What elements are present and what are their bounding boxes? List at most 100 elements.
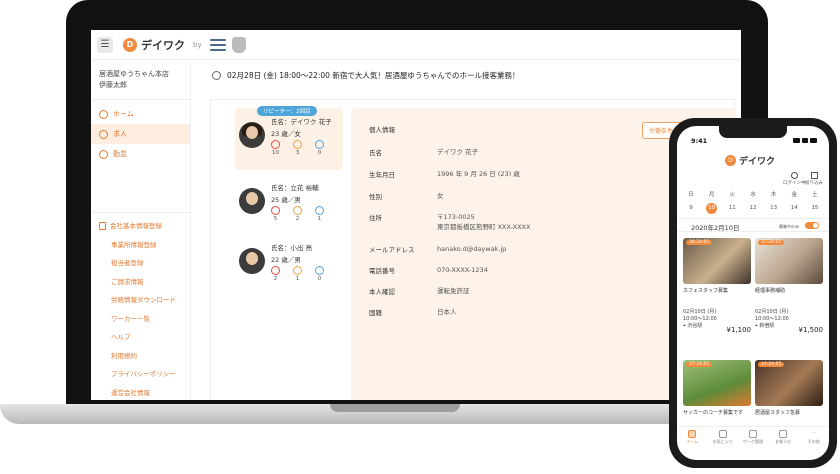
search-icon — [212, 70, 221, 80]
phone-notch — [719, 126, 787, 138]
gender-label: 性別 — [369, 193, 382, 201]
time-badge: 36:24:05 — [686, 240, 713, 245]
neutral-count: 3 — [295, 150, 300, 156]
sidebar: 居酒屋ゆうちゃん本店 伊藤太郎 ホーム 求人 勤怠 会社基本情報登録 事業所情報… — [91, 61, 191, 400]
recruiting-only-label: 募集中のみ — [779, 224, 799, 229]
nav-home[interactable]: ホーム — [91, 104, 190, 124]
day-label: 火 — [729, 192, 736, 198]
nav-attendance[interactable]: 勤怠 — [91, 144, 190, 164]
tab-notifications[interactable]: お知らせ — [769, 430, 797, 460]
good-count: 5 — [273, 216, 278, 222]
daywak-logo-icon: D — [725, 155, 736, 166]
mobile-logo-text: デイワク — [739, 157, 776, 167]
submenu-company-info[interactable]: 会社基本情報登録 — [91, 217, 190, 236]
applicant-age: 25 歳／男 — [271, 196, 301, 204]
applicant-name: 氏名：小出 亮 — [271, 244, 313, 252]
job-card[interactable]: 36:24:05 カフェスタッフ募集 02月10日 (月) 10:00～12:0… — [683, 238, 751, 352]
partner-figure-logo-icon — [231, 36, 246, 53]
menu-button[interactable]: ☰ — [97, 36, 113, 53]
bad-count: 1 — [317, 216, 322, 222]
day-number: 14 — [790, 205, 798, 211]
tab-more[interactable]: ··· その他 — [800, 430, 828, 460]
sidebar-divider — [91, 212, 190, 213]
selected-date: 2020年2月10日 — [691, 224, 740, 232]
job-photo: 36:24:05 — [683, 238, 751, 284]
applicant-card[interactable]: 氏名：立花 裕輔 25 歳／男 5 2 1 — [235, 174, 343, 230]
tab-label: その他 — [807, 439, 820, 444]
smile-face-icon — [271, 206, 280, 215]
tab-home[interactable]: ホーム — [678, 430, 706, 460]
applicant-card[interactable]: 氏名：小出 亮 22 歳／男 2 1 0 — [235, 234, 343, 290]
applicant-name: 氏名：デイワク 花子 — [271, 118, 332, 126]
submenu-help[interactable]: ヘルプ — [91, 328, 190, 347]
address-label: 住所 — [369, 214, 382, 222]
job-hours: 10:00～12:00 — [683, 316, 717, 322]
job-title: サッカーのコーチ募集です — [683, 410, 744, 416]
filter-button[interactable]: 絞り込み — [805, 172, 823, 186]
app-header: ☰ D デイワク by — [91, 30, 741, 60]
day-sun[interactable]: 日9 — [683, 190, 699, 214]
station-name: 新宿駅 — [759, 323, 775, 329]
submenu-labor-download[interactable]: 労務情報ダウンロード — [91, 291, 190, 310]
clip-icon — [718, 430, 727, 438]
day-label: 金 — [791, 192, 798, 198]
day-number: 15 — [811, 205, 819, 211]
submenu-worker-list[interactable]: ワーカー一覧 — [91, 310, 190, 329]
login-button[interactable]: ログイン中 — [783, 172, 806, 186]
avatar — [239, 188, 265, 214]
applicants-box: リピーター：2回目 氏名：デイワク 花子 23 歳／女 10 3 0 氏名：立花… — [210, 99, 740, 400]
gender-value: 女 — [437, 192, 444, 200]
day-fri[interactable]: 金 14 — [786, 190, 802, 214]
home-icon — [99, 109, 108, 119]
job-card[interactable]: 37:24:05 サッカーのコーチ募集です — [683, 360, 751, 420]
bad-count: 0 — [317, 150, 322, 156]
job-photo: 37:24:05 — [755, 238, 823, 284]
applicant-card[interactable]: リピーター：2回目 氏名：デイワク 花子 23 歳／女 10 3 0 — [235, 106, 343, 170]
job-title: 経理事務補助 — [755, 288, 786, 294]
day-wed[interactable]: 水 12 — [745, 190, 761, 214]
neutral-face-icon — [293, 206, 302, 215]
job-title-row: 02月28日 (金) 18:00～22:00 新宿で大人気！居酒屋ゆうちゃんでの… — [192, 61, 741, 89]
document-icon — [99, 222, 106, 230]
home-icon — [688, 430, 697, 438]
applicant-list: リピーター：2回目 氏名：デイワク 花子 23 歳／女 10 3 0 氏名：立花… — [235, 106, 343, 294]
day-mon[interactable]: 月 10 — [704, 190, 720, 214]
email-label: メールアドレス — [369, 246, 415, 254]
day-number-selected: 10 — [706, 203, 718, 214]
desktop-app: ☰ D デイワク by 居酒屋ゆうちゃん本店 伊藤太郎 ホーム 求人 勤怠 会社… — [91, 30, 741, 400]
tab-favorites[interactable]: お気に入り — [709, 430, 737, 460]
job-title: 02月28日 (金) 18:00～22:00 新宿で大人気！居酒屋ゆうちゃんでの… — [227, 70, 520, 80]
job-card[interactable]: 37:24:05 経理事務補助 02月10日 (月) 10:00～12:00 ⌖… — [755, 238, 823, 352]
hamburger-icon: ☰ — [100, 39, 110, 50]
day-tue[interactable]: 火 11 — [724, 190, 740, 214]
submenu-office-info[interactable]: 事業所情報登録 — [91, 236, 190, 255]
tab-work[interactable]: ワーク管理 — [739, 430, 767, 460]
recruiting-only-toggle[interactable] — [805, 222, 819, 229]
job-card[interactable]: 37:24:05 居酒屋スタッフ急募 — [755, 360, 823, 420]
user-name: 伊藤太郎 — [99, 81, 127, 89]
submenu-billing[interactable]: ご請求情報 — [91, 273, 190, 292]
phone-value: 070-XXXX-1234 — [437, 266, 488, 274]
day-thu[interactable]: 木 13 — [766, 190, 782, 214]
filter-label: 絞り込み — [805, 181, 823, 186]
day-sat[interactable]: 土 15 — [807, 190, 823, 214]
submenu-terms[interactable]: 利用規約 — [91, 347, 190, 366]
day-number: 11 — [728, 205, 736, 211]
job-hours: 10:00～12:00 — [755, 316, 789, 322]
date-bar: 2020年2月10日 募集中のみ — [677, 218, 829, 232]
partner-wave-logo-icon — [209, 38, 226, 51]
postal-code: 〒173-0025 — [437, 213, 475, 221]
section-title: 個人情報 — [369, 126, 395, 134]
applicant-age: 22 歳／男 — [271, 256, 301, 264]
user-icon — [790, 172, 798, 179]
job-photo: 37:24:05 — [755, 360, 823, 406]
search-icon — [99, 129, 108, 139]
phone-label: 電話番号 — [369, 267, 395, 275]
job-photo: 37:24:05 — [683, 360, 751, 406]
submenu-company[interactable]: 運営会社情報 — [91, 384, 190, 401]
nav-jobs[interactable]: 求人 — [91, 124, 190, 144]
submenu-staff-registration[interactable]: 担当者登録 — [91, 254, 190, 273]
submenu-privacy[interactable]: プライバシーポリシー — [91, 365, 190, 384]
day-label: 土 — [812, 192, 818, 198]
smile-face-icon — [271, 266, 280, 275]
